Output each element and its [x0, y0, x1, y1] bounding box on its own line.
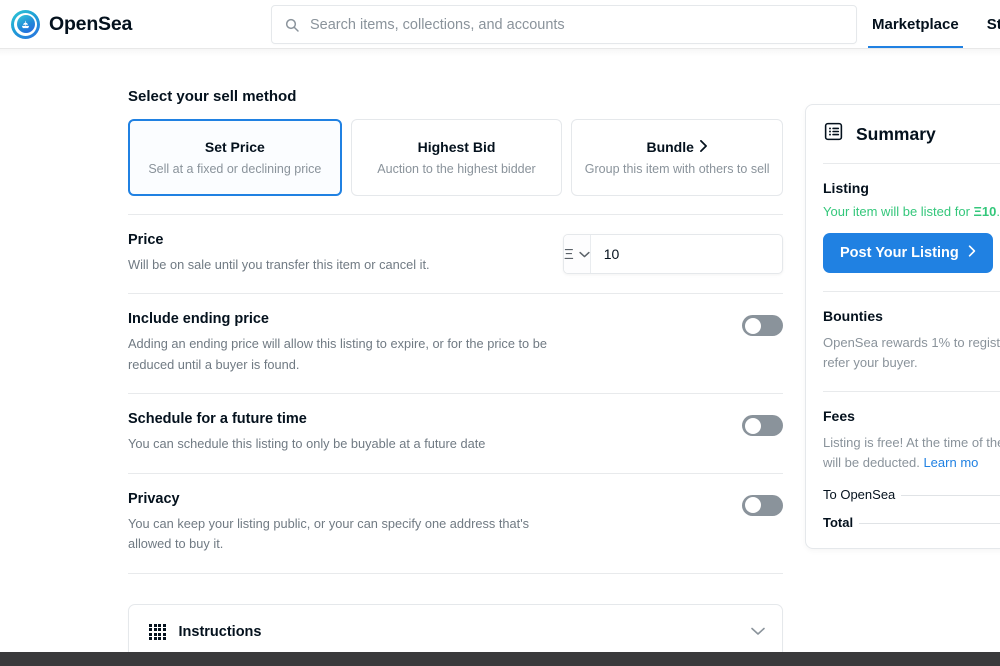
price-row-texts: Price Will be on sale until you transfer… — [128, 232, 430, 275]
fee-label-to-opensea: To OpenSea — [823, 486, 896, 502]
page-content: Select your sell method Set Price Sell a… — [0, 56, 1000, 660]
summary-fees-text: Listing is free! At the time of the fees… — [823, 433, 1000, 473]
opensea-ship-logo-icon — [11, 9, 40, 39]
divider-below-privacy — [128, 572, 783, 574]
price-field: Ξ — [563, 234, 783, 274]
chevron-right-icon — [699, 139, 708, 155]
schedule-future-time-toggle[interactable] — [742, 415, 783, 437]
bottom-bar — [0, 652, 1000, 666]
learn-more-link[interactable]: Learn mo — [923, 455, 978, 470]
summary-listing-suffix: . — [996, 204, 1000, 219]
chevron-down-icon — [579, 245, 590, 263]
include-ending-price-row: Include ending price Adding an ending pr… — [128, 294, 783, 393]
grid-dots-icon — [149, 623, 166, 641]
search-icon — [284, 17, 300, 33]
sell-method-highest-bid-title: Highest Bid — [417, 139, 496, 155]
nav-item-stats[interactable]: Sta — [973, 0, 1000, 48]
summary-listing-block: Listing Your item will be listed for Ξ10… — [806, 164, 1000, 291]
price-row-desc: Will be on sale until you transfer this … — [128, 257, 430, 272]
include-ending-price-desc: Adding an ending price will allow this l… — [128, 336, 547, 372]
summary-listing-prefix: Your item will be listed for — [823, 204, 974, 219]
ship-glyph — [21, 20, 30, 28]
sell-method-set-price-title: Set Price — [204, 139, 265, 155]
header-shadow — [0, 49, 1000, 56]
schedule-future-time-desc: You can schedule this listing to only be… — [128, 436, 486, 452]
sell-method-bundle-title: Bundle — [646, 139, 694, 155]
brand-name: OpenSea — [49, 12, 133, 35]
summary-fees-heading: Fees — [823, 408, 855, 425]
summary-listing-heading: Listing — [823, 180, 869, 196]
nav-label-marketplace: Marketplace — [872, 15, 959, 33]
include-ending-price-title: Include ending price — [128, 311, 269, 328]
nav-item-marketplace[interactable]: Marketplace — [858, 0, 973, 48]
summary-header: Summary — [806, 105, 1000, 163]
summary-listing-text: Your item will be listed for Ξ10. — [823, 204, 1000, 219]
summary-bounties-text: OpenSea rewards 1% to register refer you… — [823, 335, 1000, 371]
fee-dash — [901, 494, 1000, 496]
privacy-row: Privacy You can keep your listing public… — [128, 474, 783, 573]
toggle-knob — [745, 317, 761, 334]
privacy-desc: You can keep your listing public, or you… — [128, 515, 530, 552]
sell-method-bundle-title-wrap: Bundle — [646, 139, 707, 155]
site-header: OpenSea Marketplace Sta — [0, 0, 1000, 48]
price-input[interactable] — [590, 235, 782, 273]
sell-method-bundle-subtitle: Group this item with others to sell — [584, 162, 770, 176]
brand-logo[interactable]: OpenSea — [11, 9, 133, 39]
sell-method-highest-bid-subtitle: Auction to the highest bidder — [377, 162, 536, 176]
list-document-icon — [823, 121, 844, 147]
toggle-knob — [745, 417, 761, 434]
summary-bounties-block: Bounties OpenSea rewards 1% to register … — [806, 292, 1000, 391]
summary-fees-block: Fees Listing is free! At the time of the… — [806, 392, 1000, 547]
toggle-knob — [745, 497, 761, 514]
page-title: Select your sell method — [128, 88, 297, 105]
privacy-texts: Privacy You can keep your listing public… — [128, 491, 558, 555]
ethereum-icon: Ξ — [564, 245, 574, 263]
sell-method-options: Set Price Sell at a fixed or declining p… — [128, 119, 784, 196]
summary-title: Summary — [856, 123, 936, 144]
chevron-right-icon — [968, 245, 976, 261]
opensea-sell-page: OpenSea Marketplace Sta Select your sell… — [0, 0, 1000, 666]
search-input[interactable] — [310, 16, 856, 33]
sell-form: Select your sell method Set Price Sell a… — [128, 88, 784, 660]
include-ending-price-texts: Include ending price Adding an ending pr… — [128, 311, 558, 375]
schedule-future-time-texts: Schedule for a future time You can sched… — [128, 411, 485, 454]
post-listing-label: Post Your Listing — [840, 245, 959, 261]
schedule-future-time-title: Schedule for a future time — [128, 411, 307, 428]
instructions-left: Instructions — [149, 623, 262, 641]
privacy-toggle[interactable] — [742, 494, 783, 516]
fee-line-total: Total — [823, 515, 1000, 530]
summary-listing-amount: Ξ10 — [973, 204, 997, 219]
summary-bounties-heading: Bounties — [823, 308, 883, 324]
instructions-label: Instructions — [178, 623, 262, 640]
fee-label-total: Total — [823, 514, 854, 530]
price-row-title: Price — [128, 232, 164, 248]
fee-dash — [859, 522, 1000, 524]
fee-line-to-opensea: To OpenSea — [823, 487, 1000, 502]
sell-method-bundle[interactable]: Bundle Group this item with others to se… — [571, 119, 784, 196]
search-bar[interactable] — [271, 5, 857, 44]
sell-method-set-price-subtitle: Sell at a fixed or declining price — [148, 162, 322, 176]
privacy-title: Privacy — [128, 490, 180, 507]
price-row: Price Will be on sale until you transfer… — [128, 215, 783, 293]
currency-select[interactable]: Ξ — [564, 235, 591, 273]
post-your-listing-button[interactable]: Post Your Listing — [823, 233, 993, 273]
nav-label-stats: Sta — [986, 15, 1000, 33]
schedule-future-time-row: Schedule for a future time You can sched… — [128, 394, 783, 472]
sell-method-set-price[interactable]: Set Price Sell at a fixed or declining p… — [128, 119, 342, 196]
summary-panel: Summary Listing Your item will be listed… — [805, 104, 1000, 549]
include-ending-price-toggle[interactable] — [742, 315, 783, 337]
chevron-down-icon[interactable] — [751, 623, 765, 641]
header-nav: Marketplace Sta — [858, 0, 1000, 48]
sell-method-highest-bid[interactable]: Highest Bid Auction to the highest bidde… — [350, 119, 563, 196]
